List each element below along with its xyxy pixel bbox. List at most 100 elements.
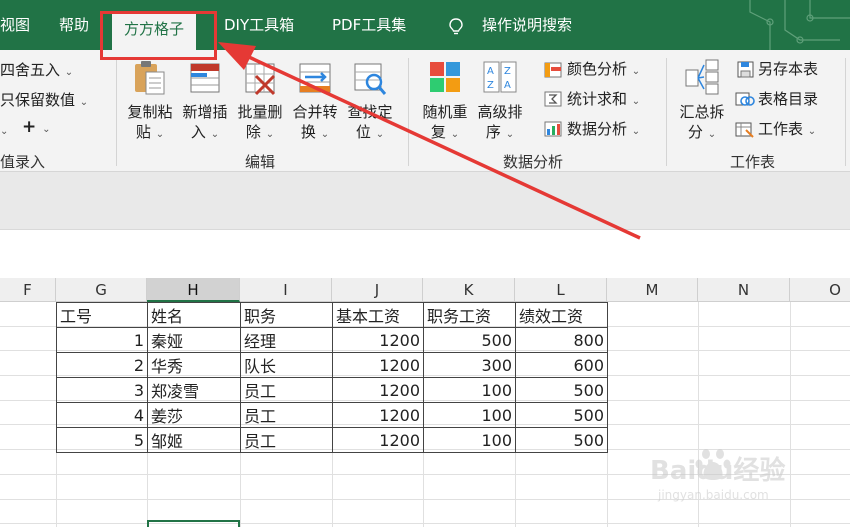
cell-name[interactable]: 姜莎 [147, 402, 241, 428]
table-catalog-button[interactable]: 表格目录 [758, 90, 818, 108]
cell-position-salary[interactable]: 300 [423, 352, 516, 378]
svg-text:Z: Z [504, 66, 511, 77]
column-header-f[interactable]: F [0, 278, 56, 302]
group-label-value-entry: 值录入 [0, 153, 46, 171]
cell-id[interactable]: 5 [56, 427, 148, 453]
find-magnifier-icon [352, 58, 388, 96]
column-header-k[interactable]: K [423, 278, 515, 302]
cell-base-salary[interactable]: 1200 [332, 352, 424, 378]
insert-rows-icon [187, 58, 223, 96]
cell-position[interactable]: 队长 [240, 352, 333, 378]
table-catalog-icon [735, 92, 755, 106]
cell-id[interactable]: 1 [56, 327, 148, 353]
lightbulb-icon [449, 18, 463, 35]
merge-convert-button[interactable]: 合并转 换 ⌄ [290, 58, 340, 145]
cell-position[interactable]: 员工 [240, 377, 333, 403]
cell-performance-salary[interactable]: 500 [515, 427, 608, 453]
column-header-j[interactable]: J [332, 278, 423, 302]
color-analysis-icon [544, 62, 562, 78]
advanced-sort-button[interactable]: A Z Z A 高级排 序 ⌄ [475, 58, 525, 145]
delete-grid-icon [242, 58, 278, 96]
plus-button[interactable]: + ⌄ [22, 118, 51, 139]
cell-id[interactable]: 3 [56, 377, 148, 403]
svg-text:A: A [504, 80, 511, 91]
data-analysis-button[interactable]: 数据分析 ⌄ [567, 120, 640, 141]
header-performance-salary[interactable]: 绩效工资 [515, 302, 608, 328]
cell-name[interactable]: 郑凌雪 [147, 377, 241, 403]
clipboard-icon [132, 58, 168, 96]
tab-pdf-tools[interactable]: PDF工具集 [332, 14, 406, 35]
worksheet-button[interactable]: 工作表 ⌄ [758, 120, 816, 141]
tab-help[interactable]: 帮助 [59, 14, 89, 35]
formula-bar-area[interactable] [0, 172, 850, 230]
keep-values-button[interactable]: 只保留数值 ⌄ [0, 91, 88, 112]
cell-position-salary[interactable]: 100 [423, 377, 516, 403]
group-separator [408, 58, 409, 166]
cell-performance-salary[interactable]: 800 [515, 327, 608, 353]
cell-id[interactable]: 4 [56, 402, 148, 428]
header-position-salary[interactable]: 职务工资 [423, 302, 516, 328]
cell-position[interactable]: 员工 [240, 427, 333, 453]
cell-id[interactable]: 2 [56, 352, 148, 378]
cell-name[interactable]: 邹姬 [147, 427, 241, 453]
header-employee-id[interactable]: 工号 [56, 302, 148, 328]
baidu-jingyan-watermark: Baidu经验 jingyan.baidu.com [650, 440, 820, 510]
column-header-n[interactable]: N [698, 278, 790, 302]
add-insert-button[interactable]: 新增插 入 ⌄ [180, 58, 230, 145]
tab-diy-toolbox[interactable]: DIY工具箱 [224, 14, 294, 35]
header-name[interactable]: 姓名 [147, 302, 241, 328]
copy-paste-button[interactable]: 复制粘 贴 ⌄ [125, 58, 175, 145]
sheet-top-area [0, 230, 850, 278]
cell-position-salary[interactable]: 100 [423, 402, 516, 428]
cell-position-salary[interactable]: 100 [423, 427, 516, 453]
left-more-chevron[interactable]: ⌄ [0, 120, 8, 141]
stats-sum-button[interactable]: 统计求和 ⌄ [567, 90, 640, 111]
table-header-row: 工号 姓名 职务 基本工资 职务工资 绩效工资 [56, 302, 608, 328]
group-label-data-analysis: 数据分析 [503, 153, 564, 171]
column-header-m[interactable]: M [607, 278, 698, 302]
column-header-i[interactable]: I [240, 278, 332, 302]
worksheet-icon [735, 122, 754, 138]
cell-performance-salary[interactable]: 500 [515, 402, 608, 428]
cell-name[interactable]: 秦娅 [147, 327, 241, 353]
tab-view[interactable]: 视图 [0, 14, 30, 35]
cell-base-salary[interactable]: 1200 [332, 427, 424, 453]
table-row: 4 姜莎 员工 1200 100 500 [56, 402, 608, 428]
ribbon-panel: 四舍五入 ⌄ 只保留数值 ⌄ ⌄ + ⌄ 值录入 复制粘 贴 ⌄ 新增插 入 ⌄… [0, 50, 850, 172]
find-locate-button[interactable]: 查找定 位 ⌄ [345, 58, 395, 145]
round-button[interactable]: 四舍五入 ⌄ [0, 61, 73, 82]
cell-base-salary[interactable]: 1200 [332, 327, 424, 353]
watermark-brand: Baidu经验 [650, 456, 786, 486]
batch-delete-button[interactable]: 批量删 除 ⌄ [235, 58, 285, 145]
random-repeat-button[interactable]: 随机重 复 ⌄ [420, 58, 470, 145]
employee-salary-table: 工号 姓名 职务 基本工资 职务工资 绩效工资 1 秦娅 经理 1200 500… [56, 302, 608, 453]
header-base-salary[interactable]: 基本工资 [332, 302, 424, 328]
tab-fangfang[interactable]: 方方格子 [112, 12, 197, 50]
column-header-g[interactable]: G [56, 278, 147, 302]
column-header-l[interactable]: L [515, 278, 607, 302]
cell-position[interactable]: 员工 [240, 402, 333, 428]
color-analysis-button[interactable]: 颜色分析 ⌄ [567, 60, 640, 81]
svg-text:A: A [487, 66, 494, 77]
watermark-url: jingyan.baidu.com [658, 488, 769, 502]
table-row: 3 郑凌雪 员工 1200 100 500 [56, 377, 608, 403]
column-header-o[interactable]: O [790, 278, 850, 302]
cell-position-salary[interactable]: 500 [423, 327, 516, 353]
cell-base-salary[interactable]: 1200 [332, 377, 424, 403]
cell-position[interactable]: 经理 [240, 327, 333, 353]
header-position[interactable]: 职务 [240, 302, 333, 328]
table-row: 5 邹姬 员工 1200 100 500 [56, 427, 608, 453]
table-row: 2 华秀 队长 1200 300 600 [56, 352, 608, 378]
summary-split-button[interactable]: 汇总拆 分 ⌄ [677, 58, 727, 145]
group-separator [845, 58, 846, 166]
save-as-sheet-button[interactable]: 另存本表 [758, 60, 818, 78]
cell-name[interactable]: 华秀 [147, 352, 241, 378]
tell-me-search[interactable]: 操作说明搜索 [482, 14, 572, 35]
svg-text:Z: Z [487, 80, 494, 91]
merge-cells-icon [297, 58, 333, 96]
cell-base-salary[interactable]: 1200 [332, 402, 424, 428]
column-header-h[interactable]: H [147, 278, 240, 302]
cell-performance-salary[interactable]: 600 [515, 352, 608, 378]
summary-split-icon [684, 58, 720, 96]
cell-performance-salary[interactable]: 500 [515, 377, 608, 403]
